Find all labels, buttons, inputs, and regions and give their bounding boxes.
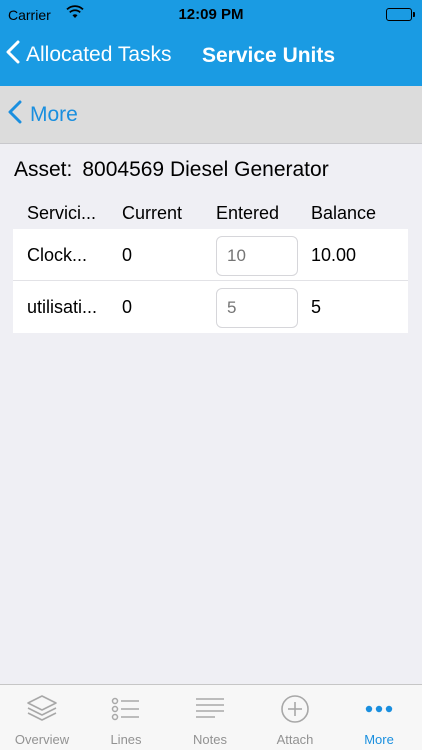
tab-overview[interactable]: Overview [0, 685, 84, 750]
column-header-current: Current [122, 203, 183, 223]
table-row: utilisati... 0 5 [13, 281, 408, 333]
secondary-nav-bar: More [0, 86, 422, 144]
battery-icon [386, 8, 415, 21]
tab-label: Attach [276, 732, 314, 747]
entered-input[interactable] [216, 236, 298, 276]
page-title: Service Units [202, 44, 336, 67]
back-button-more[interactable]: More [8, 100, 78, 129]
service-unit-name: Clock... [27, 245, 88, 265]
more-dots-icon [337, 693, 421, 725]
column-header-balance: Balance [311, 203, 377, 223]
back-button-allocated-tasks[interactable]: Allocated Tasks [6, 40, 172, 69]
asset-heading: Asset: 8004569 Diesel Generator [14, 158, 329, 182]
table-row: Clock... 0 10.00 [13, 229, 408, 281]
list-icon [84, 693, 168, 725]
tab-label: Overview [14, 732, 70, 747]
tab-lines[interactable]: Lines [84, 685, 168, 750]
tab-label: Lines [110, 732, 142, 747]
notes-icon [168, 693, 252, 725]
current-value: 0 [122, 297, 133, 317]
add-circle-icon [253, 693, 337, 725]
table-header: Servici... Current Entered Balance [0, 200, 422, 228]
tab-attach[interactable]: Attach [253, 685, 337, 750]
back-button-label: More [30, 102, 78, 126]
balance-value: 10.00 [311, 245, 357, 265]
service-units-table: Clock... 0 10.00 utilisati... 0 5 [13, 229, 408, 333]
app-header: Carrier 12:09 PM Allocated Tasks Service… [0, 0, 422, 86]
asset-label: Asset: [14, 158, 73, 181]
status-bar: Carrier 12:09 PM [0, 0, 422, 30]
column-header-servicing: Servici... [27, 203, 97, 223]
tab-bar: Overview Lines Notes Attach More [0, 684, 422, 750]
current-value: 0 [122, 245, 133, 265]
tab-more[interactable]: More [337, 685, 421, 750]
column-header-entered: Entered [216, 203, 280, 223]
layers-icon [0, 693, 84, 725]
entered-input[interactable] [216, 288, 298, 328]
status-time: 12:09 PM [178, 6, 244, 23]
service-unit-name: utilisati... [27, 297, 98, 317]
balance-value: 5 [311, 297, 322, 317]
back-button-label: Allocated Tasks [26, 42, 172, 66]
tab-notes[interactable]: Notes [168, 685, 252, 750]
chevron-left-icon [6, 40, 20, 69]
navigation-bar: Allocated Tasks Service Units [0, 30, 422, 86]
chevron-left-icon [8, 100, 22, 129]
asset-value: 8004569 Diesel Generator [82, 158, 329, 181]
tab-label: More [364, 732, 394, 747]
tab-label: Notes [193, 732, 227, 747]
